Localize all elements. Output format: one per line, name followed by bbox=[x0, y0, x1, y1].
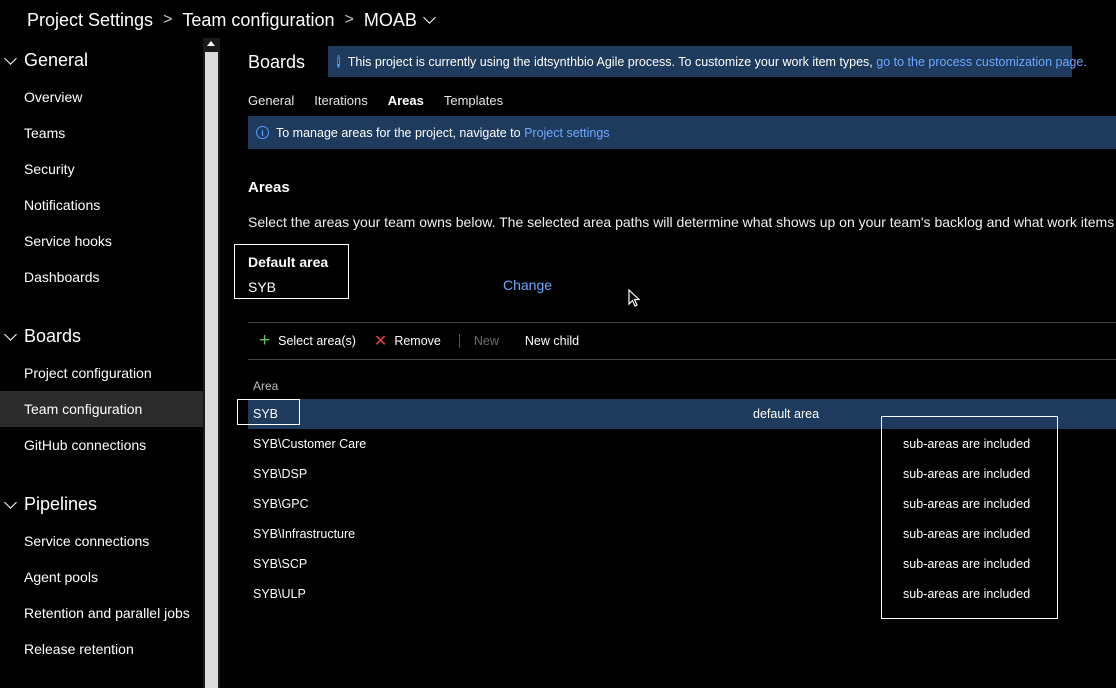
process-customization-link[interactable]: go to the process customization page. bbox=[876, 55, 1087, 69]
sub-areas-note: sub-areas are included bbox=[903, 527, 1031, 541]
sidebar-section-label: General bbox=[24, 49, 89, 70]
sidebar-section-label: Boards bbox=[24, 325, 82, 346]
scrollbar-thumb[interactable] bbox=[205, 52, 218, 688]
plus-icon: + bbox=[259, 330, 271, 351]
default-area-label: Default area bbox=[248, 254, 329, 270]
sidebar-item-teams[interactable]: Teams bbox=[0, 115, 203, 151]
sidebar-section-general[interactable]: General bbox=[0, 46, 88, 74]
page-title: Boards bbox=[248, 52, 306, 72]
sub-areas-note: sub-areas are included bbox=[903, 587, 1031, 601]
scroll-up-arrow-icon[interactable] bbox=[207, 41, 215, 46]
area-path: SYB\Infrastructure bbox=[253, 527, 356, 541]
sidebar-item-agent-pools[interactable]: Agent pools bbox=[0, 559, 203, 595]
chevron-down-icon[interactable] bbox=[4, 51, 17, 65]
project-settings-link[interactable]: Project settings bbox=[524, 126, 609, 140]
info-circle-icon: i bbox=[256, 126, 269, 139]
sidebar-section-pipelines[interactable]: Pipelines bbox=[0, 490, 97, 518]
tab-areas[interactable]: Areas bbox=[388, 93, 424, 108]
default-area-note: default area bbox=[753, 407, 820, 421]
areas-message-text: To manage areas for the project, navigat… bbox=[276, 125, 521, 140]
info-circle-icon: i bbox=[337, 55, 340, 68]
areas-toolbar: + Select area(s) ✕ Remove New New child bbox=[248, 323, 597, 359]
breadcrumb-separator-icon: > bbox=[344, 11, 354, 28]
area-path: SYB\ULP bbox=[253, 587, 306, 601]
tab-templates[interactable]: Templates bbox=[444, 93, 503, 108]
select-areas-button[interactable]: + Select area(s) bbox=[248, 330, 356, 351]
default-area-value: SYB bbox=[248, 279, 277, 295]
sidebar-item-retention-parallel-jobs[interactable]: Retention and parallel jobs bbox=[0, 595, 203, 631]
sidebar-item-github-connections[interactable]: GitHub connections bbox=[0, 427, 203, 463]
select-areas-label: Select area(s) bbox=[278, 334, 356, 348]
column-header-area[interactable]: Area bbox=[253, 379, 278, 393]
sidebar-item-security[interactable]: Security bbox=[0, 151, 203, 187]
area-path: SYB\Customer Care bbox=[253, 437, 367, 451]
chevron-down-icon[interactable] bbox=[422, 10, 436, 24]
sub-areas-note: sub-areas are included bbox=[903, 497, 1031, 511]
area-path: SYB\GPC bbox=[253, 497, 309, 511]
main-content: Boards i This project is currently using… bbox=[220, 38, 1116, 688]
sidebar-item-release-retention[interactable]: Release retention bbox=[0, 631, 203, 667]
breadcrumb: Project Settings > Team configuration > … bbox=[27, 8, 436, 32]
tab-iterations[interactable]: Iterations bbox=[314, 93, 367, 108]
sub-areas-note: sub-areas are included bbox=[903, 437, 1031, 451]
sidebar-item-service-hooks[interactable]: Service hooks bbox=[0, 223, 203, 259]
mouse-cursor-icon bbox=[628, 289, 640, 307]
breadcrumb-project-settings[interactable]: Project Settings bbox=[27, 10, 153, 31]
sidebar-item-service-connections[interactable]: Service connections bbox=[0, 523, 203, 559]
area-path: SYB\SCP bbox=[253, 557, 308, 571]
team-selector[interactable]: MOAB bbox=[364, 10, 417, 31]
change-default-area-link[interactable]: Change bbox=[503, 277, 552, 293]
new-child-button[interactable]: New child bbox=[525, 334, 579, 348]
breadcrumb-separator-icon: > bbox=[163, 11, 173, 28]
tab-bar: General Iterations Areas Templates bbox=[248, 93, 523, 108]
sub-areas-note: sub-areas are included bbox=[903, 467, 1031, 481]
breadcrumb-team-configuration[interactable]: Team configuration bbox=[182, 10, 334, 31]
process-info-banner: i This project is currently using the id… bbox=[328, 46, 1087, 77]
selected-area-outline bbox=[237, 399, 300, 425]
areas-heading: Areas bbox=[248, 179, 290, 196]
sidebar-item-team-configuration[interactable]: Team configuration bbox=[0, 391, 203, 427]
areas-description: Select the areas your team owns below. T… bbox=[248, 214, 1116, 230]
sidebar-scrollbar[interactable] bbox=[203, 38, 220, 688]
toolbar-divider bbox=[458, 334, 460, 348]
sidebar-item-project-configuration[interactable]: Project configuration bbox=[0, 355, 203, 391]
sidebar: General Overview Teams Security Notifica… bbox=[0, 38, 203, 688]
process-info-text: This project is currently using the idts… bbox=[347, 54, 873, 69]
chevron-down-icon[interactable] bbox=[4, 495, 17, 509]
x-icon: ✕ bbox=[373, 333, 388, 350]
sidebar-section-boards[interactable]: Boards bbox=[0, 322, 81, 350]
remove-button[interactable]: ✕ Remove bbox=[374, 331, 441, 351]
sidebar-item-dashboards[interactable]: Dashboards bbox=[0, 259, 203, 295]
areas-message-bar: i To manage areas for the project, navig… bbox=[248, 116, 1116, 149]
sidebar-item-notifications[interactable]: Notifications bbox=[0, 187, 203, 223]
sidebar-item-overview[interactable]: Overview bbox=[0, 79, 203, 115]
remove-label: Remove bbox=[394, 334, 441, 348]
sidebar-section-label: Pipelines bbox=[24, 493, 98, 514]
chevron-down-icon[interactable] bbox=[4, 327, 17, 341]
divider bbox=[248, 359, 1116, 360]
default-area-box: Default area SYB bbox=[234, 244, 349, 299]
sub-areas-note: sub-areas are included bbox=[903, 557, 1031, 571]
new-button[interactable]: New bbox=[474, 334, 499, 348]
tab-general[interactable]: General bbox=[248, 93, 294, 108]
area-path: SYB\DSP bbox=[253, 467, 308, 481]
